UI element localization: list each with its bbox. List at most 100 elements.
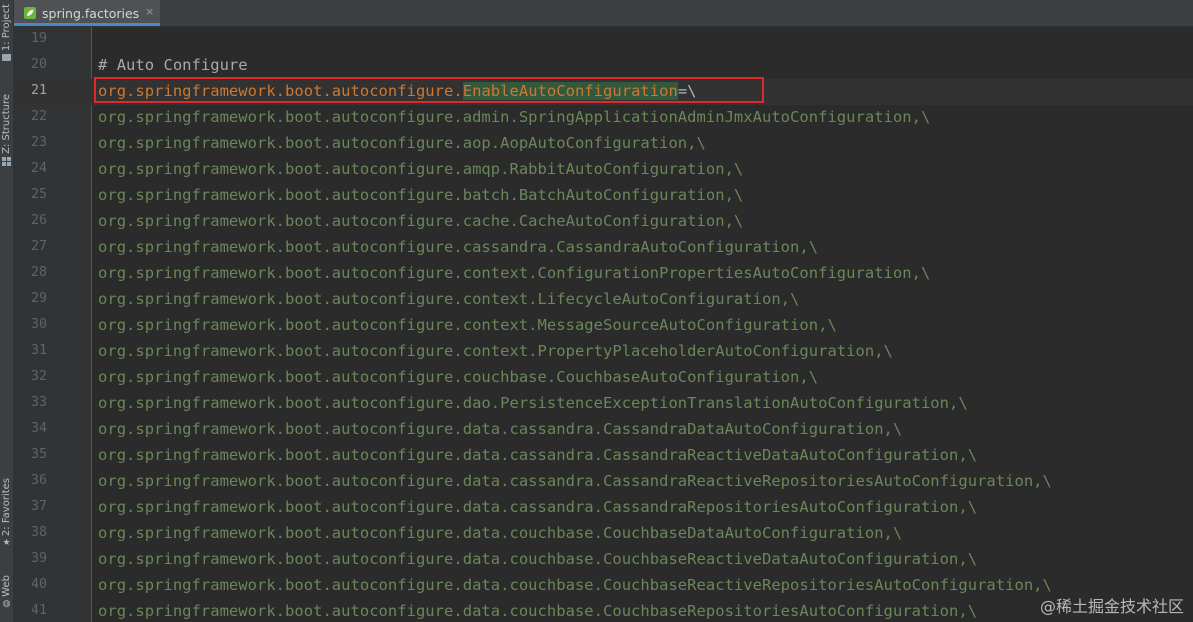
code-line[interactable]: 20 # Auto Configure [14,53,1193,79]
property-value: org.springframework.boot.autoconfigure.d… [98,602,978,620]
line-number: 31 [30,343,47,358]
code-text: org.springframework.boot.autoconfigure.d… [98,420,902,438]
structure-tool-label: Z: Structure [0,94,12,154]
code-line[interactable]: 24 org.springframework.boot.autoconfigure… [14,157,1193,183]
property-value: org.springframework.boot.autoconfigure.d… [98,420,903,438]
property-value: org.springframework.boot.autoconfigure.d… [98,576,1052,594]
close-icon[interactable]: × [145,6,154,18]
property-key-highlight: EnableAutoConfiguration [462,82,678,100]
code-line[interactable]: 39 org.springframework.boot.autoconfigure… [14,547,1193,573]
code-text: org.springframework.boot.autoconfigure.E… [98,82,697,100]
code-line[interactable]: 31 org.springframework.boot.autoconfigure… [14,339,1193,365]
line-number: 39 [30,551,47,566]
code-text: org.springframework.boot.autoconfigure.c… [98,368,818,386]
editor-tab-bar: spring.factories × [14,0,1193,27]
property-value: org.springframework.boot.autoconfigure.d… [98,446,978,464]
code-line[interactable]: 26 org.springframework.boot.autoconfigure… [14,209,1193,235]
ide-window: 1: Project Z: Structure 2: Favorites ★ W… [0,0,1193,622]
property-value: org.springframework.boot.autoconfigure.c… [98,264,931,282]
code-text: org.springframework.boot.autoconfigure.d… [98,550,977,568]
property-value: org.springframework.boot.autoconfigure.c… [98,316,837,334]
tab-spring-factories[interactable]: spring.factories × [14,0,160,26]
code-line[interactable]: 30 org.springframework.boot.autoconfigure… [14,313,1193,339]
code-line[interactable]: 34 org.springframework.boot.autoconfigure… [14,417,1193,443]
code-editor[interactable]: 19 20 # Auto Configure 21 org.springframewor… [14,27,1193,622]
code-line[interactable]: 21 org.springframework.boot.autoconfigure… [14,79,1193,105]
property-value: org.springframework.boot.autoconfigure.d… [98,472,1052,490]
property-value: org.springframework.boot.autoconfigure.c… [98,342,893,360]
line-number: 21 [30,83,47,98]
line-number: 37 [30,499,47,514]
line-number: 40 [30,577,47,592]
code-line[interactable]: 28 org.springframework.boot.autoconfigure… [14,261,1193,287]
code-text: # Auto Configure [98,56,248,74]
line-number: 28 [30,265,47,280]
line-number: 19 [30,31,47,46]
line-number: 30 [30,317,47,332]
star-icon: ★ [2,538,11,549]
project-tool-label: 1: Project [0,4,12,52]
code-line[interactable]: 33 org.springframework.boot.autoconfigure… [14,391,1193,417]
watermark: @稀土掘金技术社区 [1039,597,1184,616]
code-text: org.springframework.boot.autoconfigure.d… [98,394,968,412]
code-line[interactable]: 35 org.springframework.boot.autoconfigure… [14,443,1193,469]
code-line[interactable]: 40 org.springframework.boot.autoconfigure… [14,573,1193,599]
code-line[interactable]: 27 org.springframework.boot.autoconfigure… [14,235,1193,261]
code-text: org.springframework.boot.autoconfigure.a… [98,134,706,152]
code-line[interactable]: 29 org.springframework.boot.autoconfigure… [14,287,1193,313]
line-number: 29 [30,291,47,306]
code-line[interactable]: 37 org.springframework.boot.autoconfigure… [14,495,1193,521]
line-number: 24 [30,161,47,176]
code-line[interactable]: 36 org.springframework.boot.autoconfigure… [14,469,1193,495]
globe-icon: ◍ [2,598,11,609]
favorites-tool-tab[interactable]: 2: Favorites ★ [0,478,13,548]
code-text: org.springframework.boot.autoconfigure.d… [98,498,977,516]
structure-tool-tab[interactable]: Z: Structure [0,94,13,166]
line-number: 35 [30,447,47,462]
web-tool-tab[interactable]: Web ◍ [0,575,13,609]
property-value: org.springframework.boot.autoconfigure.d… [98,498,978,516]
line-number: 38 [30,525,47,540]
property-value: org.springframework.boot.autoconfigure.c… [98,290,800,308]
code-text: org.springframework.boot.autoconfigure.c… [98,212,743,230]
project-tool-tab[interactable]: 1: Project [0,4,13,62]
property-value: org.springframework.boot.autoconfigure.d… [98,524,903,542]
property-value: org.springframework.boot.autoconfigure.c… [98,368,819,386]
code-line[interactable]: 23 org.springframework.boot.autoconfigure… [14,131,1193,157]
line-number: 23 [30,135,47,150]
comment-text: # Auto Configure [98,56,248,74]
line-number: 27 [30,239,47,254]
line-number: 36 [30,473,47,488]
property-value: org.springframework.boot.autoconfigure.c… [98,212,744,230]
code-text: org.springframework.boot.autoconfigure.d… [98,576,1052,594]
property-value: org.springframework.boot.autoconfigure.c… [98,238,819,256]
line-number: 20 [30,57,47,72]
tab-title: spring.factories [42,5,140,21]
code-text: org.springframework.boot.autoconfigure.d… [98,602,977,620]
property-value: org.springframework.boot.autoconfigure.d… [98,394,968,412]
code-line[interactable]: 38 org.springframework.boot.autoconfigure… [14,521,1193,547]
code-text: org.springframework.boot.autoconfigure.a… [98,160,743,178]
structure-icon [2,156,11,166]
code-text: org.springframework.boot.autoconfigure.d… [98,446,977,464]
folder-icon [2,54,11,62]
code-line[interactable]: 32 org.springframework.boot.autoconfigure… [14,365,1193,391]
code-text: org.springframework.boot.autoconfigure.c… [98,316,837,334]
web-tool-label: Web [0,575,12,597]
code-text: org.springframework.boot.autoconfigure.a… [98,108,930,126]
code-line[interactable]: 41 org.springframework.boot.autoconfigure… [14,599,1193,622]
code-line[interactable]: 19 [14,27,1193,53]
code-line[interactable]: 22 org.springframework.boot.autoconfigure… [14,105,1193,131]
line-number: 22 [30,109,47,124]
line-number: 41 [30,603,47,618]
property-value: org.springframework.boot.autoconfigure.b… [98,186,744,204]
code-text: org.springframework.boot.autoconfigure.d… [98,524,902,542]
spring-leaf-icon [24,7,36,19]
favorites-tool-label: 2: Favorites [0,478,12,537]
code-text: org.springframework.boot.autoconfigure.c… [98,264,930,282]
property-value: org.springframework.boot.autoconfigure.a… [98,160,744,178]
code-text: org.springframework.boot.autoconfigure.c… [98,238,818,256]
property-value: org.springframework.boot.autoconfigure.a… [98,134,706,152]
line-number: 25 [30,187,47,202]
code-line[interactable]: 25 org.springframework.boot.autoconfigure… [14,183,1193,209]
